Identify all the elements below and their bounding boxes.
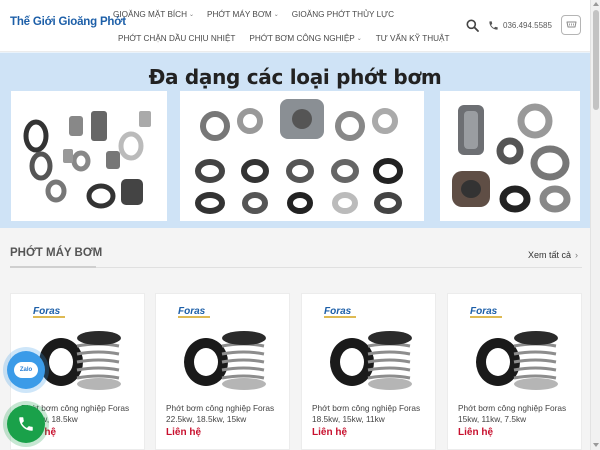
phone-number: 036.494.5585 (503, 21, 552, 30)
product-section-phot-may-bom: PHỚT MÁY BƠM Xem tất cả › Foras Phớt bơm… (0, 228, 590, 450)
main-nav-row-2: PHỚT CHẶN DẦU CHỊU NHIỆT PHỚT BƠM CÔNG N… (118, 34, 464, 43)
see-all-link[interactable]: Xem tất cả › (528, 250, 578, 260)
cart-button[interactable] (561, 15, 581, 35)
product-card[interactable]: Foras Phớt bơm công nghiệp Foras 18.5kw,… (301, 293, 436, 450)
nav-item-phot-chan-dau[interactable]: PHỚT CHẶN DẦU CHỊU NHIỆT (118, 34, 235, 43)
product-name[interactable]: Phớt bơm công nghiệp Foras 18.5kw, 15kw,… (312, 403, 436, 424)
site-header: Thế Giới Gioăng Phớt GIOĂNG MẶT BÍCH ⌄ P… (0, 0, 590, 52)
section-title: PHỚT MÁY BƠM (10, 247, 103, 259)
cart-icon (566, 21, 576, 28)
nav-item-label: GIOĂNG MẶT BÍCH (113, 10, 187, 19)
page-scrollbar[interactable] (590, 0, 600, 450)
product-card[interactable]: Foras Phớt bơm công nghiệp Foras 22.5kw,… (155, 293, 290, 450)
section-title-underline (10, 266, 96, 268)
call-button[interactable] (7, 405, 45, 443)
banner-image-seals-2 (180, 91, 424, 221)
main-nav-row-1: GIOĂNG MẶT BÍCH ⌄ PHỚT MÁY BƠM ⌄ GIOĂNG … (113, 10, 407, 19)
product-image[interactable]: Foras (164, 300, 282, 395)
site-logo[interactable]: Thế Giới Gioăng Phớt (10, 16, 126, 28)
product-image[interactable]: Foras (456, 300, 574, 395)
foras-logo: Foras (470, 306, 498, 317)
product-price: Liên hệ (312, 427, 348, 438)
zalo-icon: Zalo (14, 362, 38, 378)
product-image[interactable]: Foras (310, 300, 428, 395)
nav-item-gioang-mat-bich[interactable]: GIOĂNG MẶT BÍCH ⌄ (113, 10, 194, 19)
banner-image-seals-3 (440, 91, 580, 221)
product-price: Liên hệ (458, 427, 494, 438)
zalo-label: Zalo (19, 367, 33, 373)
hero-banner[interactable]: Đa dạng các loại phớt bơm (0, 53, 590, 228)
banner-title: Đa dạng các loại phớt bơm (148, 65, 442, 89)
phone-icon (489, 21, 498, 30)
product-card[interactable]: Foras Phớt bơm công nghiệp Foras 15kw, 1… (447, 293, 582, 450)
nav-item-label: GIOĂNG PHỚT THỦY LỰC (291, 10, 395, 19)
banner-image-seals-1 (11, 91, 167, 221)
product-name[interactable]: Phớt bơm công nghiệp Foras 22.5kw, 18.5k… (166, 403, 290, 424)
foras-logo: Foras (324, 306, 352, 317)
header-phone[interactable]: 036.494.5585 (488, 20, 552, 31)
chevron-down-icon: ⌄ (189, 12, 195, 18)
product-name[interactable]: Phớt bơm công nghiệp Foras 15kw, 11kw, 7… (458, 403, 582, 424)
nav-item-tu-van-ky-thuat[interactable]: TƯ VẤN KỸ THUẬT (376, 34, 450, 43)
scroll-down-arrow-icon[interactable] (593, 443, 599, 447)
chevron-down-icon: ⌄ (356, 36, 362, 42)
foras-logo: Foras (178, 306, 206, 317)
chevron-right-icon: › (575, 250, 579, 260)
nav-item-phot-may-bom[interactable]: PHỚT MÁY BƠM ⌄ (207, 10, 279, 19)
nav-item-label: PHỚT CHẶN DẦU CHỊU NHIỆT (118, 34, 236, 43)
zalo-chat-button[interactable]: Zalo (7, 351, 45, 389)
nav-item-gioang-phot-thuy-luc[interactable]: GIOĂNG PHỚT THỦY LỰC (292, 10, 394, 19)
call-icon (19, 417, 33, 431)
scroll-up-arrow-icon[interactable] (593, 2, 599, 6)
nav-item-label: TƯ VẤN KỸ THUẬT (375, 34, 450, 43)
foras-logo: Foras (33, 306, 61, 317)
nav-item-label: PHỚT BƠM CÔNG NGHIỆP (249, 34, 355, 43)
product-price: Liên hệ (166, 427, 202, 438)
scrollbar-thumb[interactable] (593, 10, 599, 110)
chevron-down-icon: ⌄ (273, 12, 279, 18)
search-icon[interactable] (466, 19, 479, 32)
nav-item-label: PHỚT MÁY BƠM (207, 10, 272, 19)
nav-item-phot-bom-cong-nghiep[interactable]: PHỚT BƠM CÔNG NGHIỆP ⌄ (249, 34, 361, 43)
see-all-label: Xem tất cả (528, 250, 572, 260)
